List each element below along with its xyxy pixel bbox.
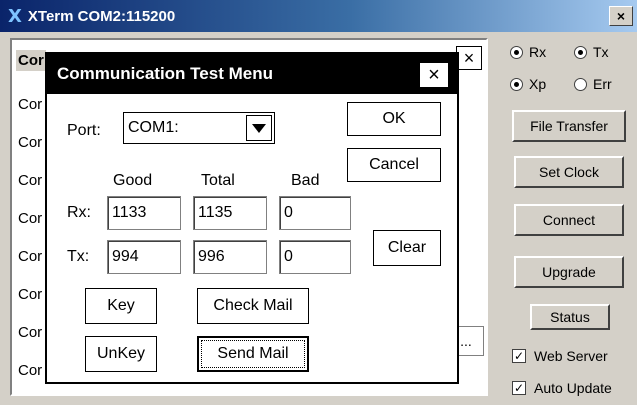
clear-button[interactable]: Clear xyxy=(373,230,441,266)
checkbox-label: Web Server xyxy=(534,348,608,364)
close-icon: × xyxy=(463,47,475,68)
close-icon: × xyxy=(616,8,626,24)
rx-bad-field[interactable]: 0 xyxy=(279,196,351,230)
list-item[interactable]: Cor xyxy=(18,324,42,341)
radio-tx[interactable]: Tx xyxy=(574,44,609,60)
radio-label: Rx xyxy=(529,44,547,60)
bad-column-header: Bad xyxy=(291,172,320,189)
set-clock-button[interactable]: Set Clock xyxy=(514,156,624,188)
list-item[interactable]: Cor xyxy=(18,96,42,113)
window-title: XTerm COM2:115200 xyxy=(27,7,176,25)
rx-total-field[interactable]: 1135 xyxy=(193,196,267,230)
ok-button[interactable]: OK xyxy=(347,102,441,136)
upgrade-button[interactable]: Upgrade xyxy=(514,256,624,288)
port-label: Port: xyxy=(67,122,101,139)
chevron-down-icon[interactable] xyxy=(246,115,272,141)
port-select[interactable]: COM1: xyxy=(123,112,275,144)
communication-test-dialog: Communication Test Menu × Port: COM1: OK… xyxy=(45,52,459,384)
radio-label: Tx xyxy=(593,44,609,60)
cancel-button[interactable]: Cancel xyxy=(347,148,441,182)
check-mail-button[interactable]: Check Mail xyxy=(197,288,309,324)
radio-err[interactable]: Err xyxy=(574,76,612,92)
list-close-button[interactable]: × xyxy=(456,46,482,70)
list-item[interactable]: Cor xyxy=(18,134,42,151)
radio-indicator xyxy=(510,45,523,59)
key-button[interactable]: Key xyxy=(85,288,157,324)
send-mail-button[interactable]: Send Mail xyxy=(197,336,309,372)
radio-label: Xp xyxy=(529,76,547,92)
status-button[interactable]: Status xyxy=(530,304,610,330)
list-header: Cor xyxy=(16,50,46,71)
radio-indicator xyxy=(574,45,587,59)
checkbox-indicator: ✓ xyxy=(512,349,526,363)
radio-label: Err xyxy=(593,76,612,92)
good-column-header: Good xyxy=(113,172,153,189)
connect-button[interactable]: Connect xyxy=(514,204,624,236)
close-icon: × xyxy=(428,63,440,86)
radio-rx[interactable]: Rx xyxy=(510,44,546,60)
tx-label: Tx: xyxy=(67,248,90,265)
dialog-title: Communication Test Menu xyxy=(57,64,273,83)
checkbox-label: Auto Update xyxy=(534,380,612,396)
window-close-button[interactable]: × xyxy=(609,6,633,26)
rx-label: Rx: xyxy=(67,204,91,221)
right-control-panel: Rx Tx Xp Err File Transfer Set Clock Con… xyxy=(500,36,637,405)
unkey-button[interactable]: UnKey xyxy=(85,336,157,372)
tx-bad-field[interactable]: 0 xyxy=(279,240,351,274)
auto-update-checkbox[interactable]: ✓ Auto Update xyxy=(512,380,612,396)
checkbox-indicator: ✓ xyxy=(512,381,526,395)
web-server-checkbox[interactable]: ✓ Web Server xyxy=(512,348,608,364)
list-item[interactable]: Cor xyxy=(18,172,42,189)
list-item[interactable]: Cor xyxy=(18,286,42,303)
radio-indicator xyxy=(574,77,587,91)
file-transfer-button[interactable]: File Transfer xyxy=(512,110,626,142)
dialog-title-bar: Communication Test Menu xyxy=(47,54,457,94)
window-title-bar: X XTerm COM2:115200 xyxy=(0,0,637,32)
tx-total-field[interactable]: 996 xyxy=(193,240,267,274)
list-item[interactable]: Cor xyxy=(18,362,42,379)
tx-good-field[interactable]: 994 xyxy=(107,240,181,274)
radio-xp[interactable]: Xp xyxy=(510,76,546,92)
list-item[interactable]: Cor xyxy=(18,210,42,227)
total-column-header: Total xyxy=(201,172,235,189)
dialog-close-button[interactable]: × xyxy=(419,62,449,88)
xterm-app-icon: X xyxy=(8,5,22,27)
rx-good-field[interactable]: 1133 xyxy=(107,196,181,230)
radio-indicator xyxy=(510,77,523,91)
list-item[interactable]: Cor xyxy=(18,248,42,265)
port-value: COM1: xyxy=(128,119,179,136)
